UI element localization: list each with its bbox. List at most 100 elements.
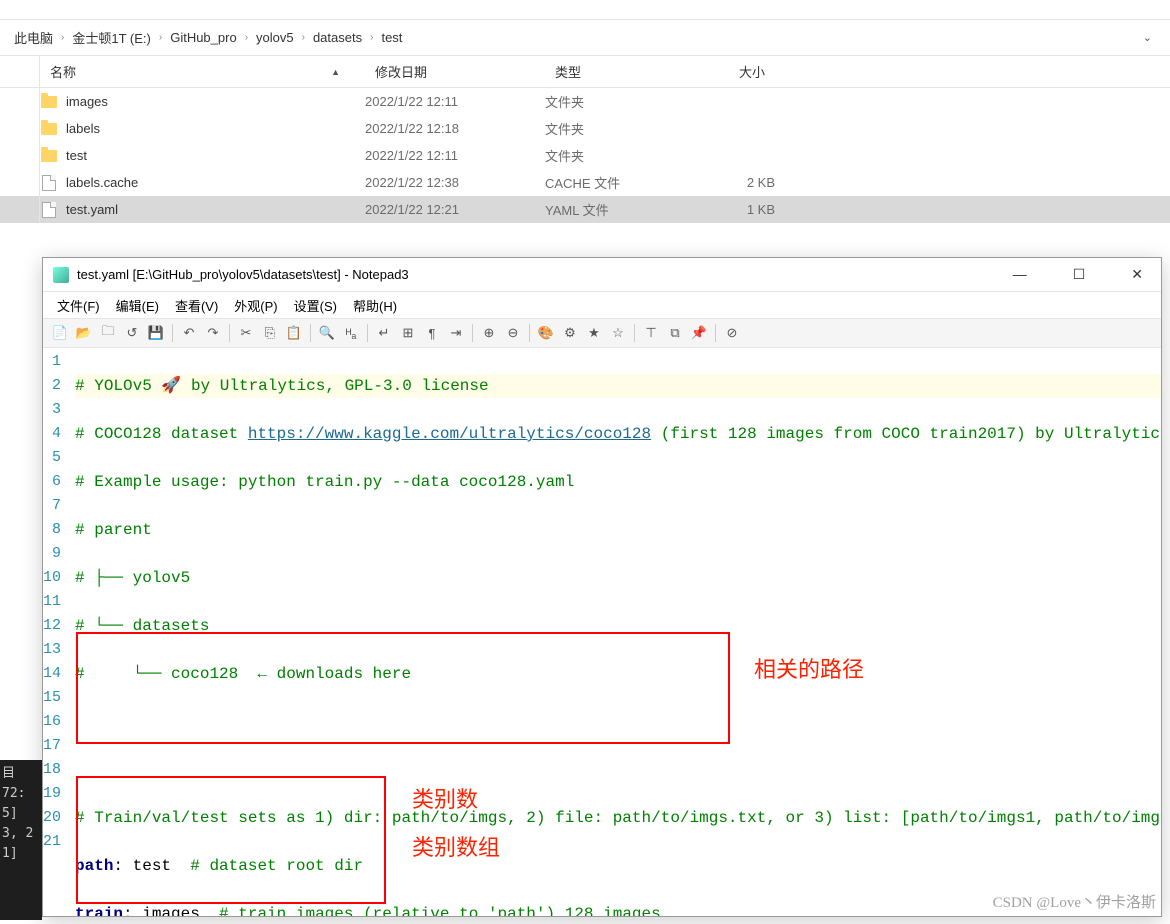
file-type: 文件夹 bbox=[545, 119, 685, 138]
open-file-icon[interactable]: 📂 bbox=[73, 322, 95, 344]
crumb-yolov5[interactable]: yolov5 bbox=[250, 30, 300, 45]
titlebar[interactable]: test.yaml [E:\GitHub_pro\yolov5\datasets… bbox=[43, 258, 1161, 292]
toolbar-sep bbox=[634, 324, 635, 342]
file-name-cell[interactable]: labels.cache bbox=[40, 174, 365, 192]
crumb-github[interactable]: GitHub_pro bbox=[164, 30, 242, 45]
file-type: CACHE 文件 bbox=[545, 173, 685, 192]
bg-text: 5] bbox=[2, 804, 40, 824]
crumb-drive[interactable]: 金士顿1T (E:) bbox=[66, 28, 157, 47]
menu-help[interactable]: 帮助(H) bbox=[345, 296, 405, 315]
file-date: 2022/1/22 12:38 bbox=[365, 175, 545, 190]
row-checkbox[interactable] bbox=[0, 169, 40, 196]
watermark: CSDN @Love丶伊卡洛斯 bbox=[993, 891, 1156, 912]
toolbar-sep bbox=[172, 324, 173, 342]
indent-icon[interactable]: ⇥ bbox=[445, 322, 467, 344]
file-name: images bbox=[66, 94, 108, 109]
table-row[interactable]: test.yaml2022/1/22 12:21YAML 文件1 KB bbox=[0, 196, 1170, 223]
col-size[interactable]: 大小 bbox=[685, 62, 775, 81]
chevron-down-icon[interactable]: ⌄ bbox=[1143, 31, 1152, 44]
replace-icon[interactable]: ᴴₐ bbox=[340, 322, 362, 344]
addfav-icon[interactable]: ☆ bbox=[607, 322, 629, 344]
col-date[interactable]: 修改日期 bbox=[365, 62, 545, 81]
maximize-button[interactable]: ☐ bbox=[1065, 264, 1094, 285]
file-type: YAML 文件 bbox=[545, 200, 685, 219]
fav-icon[interactable]: ★ bbox=[583, 322, 605, 344]
breadcrumb[interactable]: 此电脑› 金士顿1T (E:)› GitHub_pro› yolov5› dat… bbox=[0, 20, 1170, 56]
crumb-datasets[interactable]: datasets bbox=[307, 30, 368, 45]
code-link[interactable]: https://www.kaggle.com/ultralytics/coco1… bbox=[248, 425, 651, 443]
close-button[interactable]: ✕ bbox=[1123, 264, 1151, 285]
row-checkbox[interactable] bbox=[0, 115, 40, 142]
config-icon[interactable]: ⚙ bbox=[559, 322, 581, 344]
revert-icon[interactable]: ↺ bbox=[121, 322, 143, 344]
bg-text: 3, 2 bbox=[2, 824, 40, 844]
folder-icon bbox=[40, 120, 58, 138]
toolbar: 📄 📂 🗀 ↺ 💾 ↶ ↷ ✂ ⎘ 📋 🔍 ᴴₐ ↵ ⊞ ¶ ⇥ ⊕ ⊖ 🎨 ⚙… bbox=[43, 318, 1161, 348]
row-checkbox[interactable] bbox=[0, 142, 40, 169]
zoomin-icon[interactable]: ⊕ bbox=[478, 322, 500, 344]
file-name-cell[interactable]: labels bbox=[40, 120, 365, 138]
yaml-key: train bbox=[75, 905, 123, 916]
code-line: # Example usage: python train.py --data … bbox=[75, 473, 574, 491]
col-type[interactable]: 类型 bbox=[545, 62, 685, 81]
yaml-val: : images bbox=[123, 905, 219, 916]
code-line: # └── datasets bbox=[75, 617, 209, 635]
crumb-pc[interactable]: 此电脑 bbox=[8, 28, 59, 47]
yaml-val: : test bbox=[113, 857, 190, 875]
chevron-right-icon: › bbox=[157, 32, 164, 43]
chevron-right-icon: › bbox=[300, 32, 307, 43]
copy-icon[interactable]: ⎘ bbox=[259, 322, 281, 344]
bg-text: 目 72: bbox=[2, 764, 40, 804]
redo-icon[interactable]: ↷ bbox=[202, 322, 224, 344]
zoomout-icon[interactable]: ⊖ bbox=[502, 322, 524, 344]
file-name-cell[interactable]: images bbox=[40, 93, 365, 111]
row-checkbox[interactable] bbox=[0, 196, 40, 223]
file-icon bbox=[40, 174, 58, 192]
toolbar-sep bbox=[472, 324, 473, 342]
table-row[interactable]: images2022/1/22 12:11文件夹 bbox=[0, 88, 1170, 115]
paste-icon[interactable]: 📋 bbox=[283, 322, 305, 344]
code-area[interactable]: # YOLOv5 🚀 by Ultralytics, GPL-3.0 licen… bbox=[69, 348, 1161, 916]
explorer-icon[interactable]: 🗀 bbox=[97, 322, 119, 344]
col-name[interactable]: 名称▲ bbox=[40, 62, 365, 81]
code-text: # COCO128 dataset bbox=[75, 425, 248, 443]
cut-icon[interactable]: ✂ bbox=[235, 322, 257, 344]
new-file-icon[interactable]: 📄 bbox=[49, 322, 71, 344]
menu-settings[interactable]: 设置(S) bbox=[286, 296, 345, 315]
editor-body[interactable]: 123456789101112131415161718192021 # YOLO… bbox=[43, 348, 1161, 916]
whitespace-icon[interactable]: ¶ bbox=[421, 322, 443, 344]
menu-view[interactable]: 查看(V) bbox=[167, 296, 226, 315]
row-checkbox[interactable] bbox=[0, 88, 40, 115]
folder-icon bbox=[40, 93, 58, 111]
select-all-checkbox[interactable] bbox=[0, 56, 40, 87]
file-name: labels bbox=[66, 121, 100, 136]
menu-file[interactable]: 文件(F) bbox=[49, 296, 108, 315]
crumb-test[interactable]: test bbox=[375, 30, 408, 45]
wordwrap-icon[interactable]: ↵ bbox=[373, 322, 395, 344]
guides-icon[interactable]: ⊞ bbox=[397, 322, 419, 344]
pin-icon[interactable]: 📌 bbox=[688, 322, 710, 344]
file-name-cell[interactable]: test bbox=[40, 147, 365, 165]
find-icon[interactable]: 🔍 bbox=[316, 322, 338, 344]
newwin-icon[interactable]: ⧉ bbox=[664, 322, 686, 344]
undo-icon[interactable]: ↶ bbox=[178, 322, 200, 344]
code-comment: # dataset root dir bbox=[190, 857, 363, 875]
scheme-icon[interactable]: 🎨 bbox=[535, 322, 557, 344]
chevron-right-icon: › bbox=[243, 32, 250, 43]
table-row[interactable]: labels.cache2022/1/22 12:38CACHE 文件2 KB bbox=[0, 169, 1170, 196]
save-icon[interactable]: 💾 bbox=[145, 322, 167, 344]
table-row[interactable]: test2022/1/22 12:11文件夹 bbox=[0, 142, 1170, 169]
toolbar-sep bbox=[310, 324, 311, 342]
app-icon bbox=[53, 267, 69, 283]
toolbar-sep bbox=[529, 324, 530, 342]
clear-icon[interactable]: ⊘ bbox=[721, 322, 743, 344]
ontop-icon[interactable]: ⊤ bbox=[640, 322, 662, 344]
file-date: 2022/1/22 12:11 bbox=[365, 94, 545, 109]
line-gutter: 123456789101112131415161718192021 bbox=[43, 348, 69, 916]
table-row[interactable]: labels2022/1/22 12:18文件夹 bbox=[0, 115, 1170, 142]
menu-appearance[interactable]: 外观(P) bbox=[226, 296, 285, 315]
file-name-cell[interactable]: test.yaml bbox=[40, 201, 365, 219]
explorer-tabs-area bbox=[0, 0, 1170, 20]
menu-edit[interactable]: 编辑(E) bbox=[108, 296, 167, 315]
minimize-button[interactable]: — bbox=[1005, 264, 1035, 285]
